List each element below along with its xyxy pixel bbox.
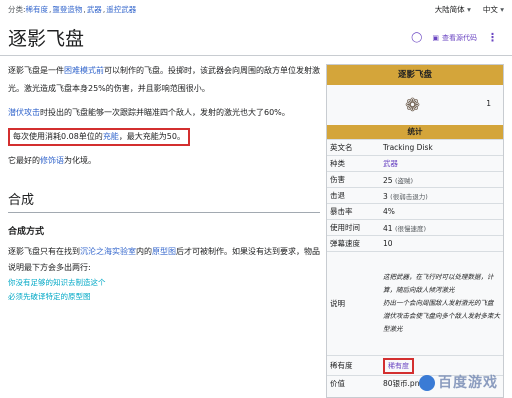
text: 每次使用消耗0.08单位的 [13,132,103,141]
stat-key: 击退 [330,191,345,200]
article-content: 逐影飞盘是一件困难模式前可以制作的飞盘。投掷时，该武器会向周围的敌方单位发射激光… [8,62,320,304]
watermark-logo-icon [419,375,435,391]
category-link-rarity[interactable]: 稀有度 [26,4,49,15]
crafting-method-heading: 合成方式 [8,227,45,237]
hint-line-2: 必须先破译特定的原型图 [8,292,91,301]
stat-value: 25 [383,175,393,185]
charge-link[interactable]: 充能 [103,132,119,141]
text: 逐影飞盘是一件 [8,66,64,75]
modifier-link[interactable]: 修饰语 [40,156,64,165]
stealth-strike-link[interactable]: 潜伏攻击 [8,108,40,117]
stat-row-type: 种类 武器 [327,155,503,171]
stat-key: 伤害 [330,175,345,184]
categories-label: 分类: [8,4,26,14]
hardmode-link[interactable]: 困难模式前 [64,66,104,75]
stat-key: 稀有度 [330,361,353,370]
title-row: 逐影飞盘 ◯ ▣ 查看源代码 ⋮ [0,20,512,56]
weapon-type-link[interactable]: 武器 [383,158,503,169]
rarity-link[interactable]: 稀有度 [383,357,414,374]
stat-note: (很慢速度) [394,224,427,233]
charge-paragraph: 每次使用消耗0.08单位的充能，最大充能为50。 [8,128,320,146]
stat-key: 说明 [330,299,345,308]
text: 为化境。 [64,156,96,165]
tracking-disk-sprite-icon: ❁ [405,95,421,116]
charge-highlight: 每次使用消耗0.08单位的充能，最大充能为50。 [8,128,190,146]
item-count: 1 [486,99,491,108]
view-source-label: 查看源代码 [442,33,477,42]
stat-note: (很弱击退力) [390,192,428,201]
stat-row-velocity: 弹幕速度 10 [327,235,503,251]
hint-line-1: 你没有足够的知识去制造这个 [8,278,106,287]
more-options-icon[interactable]: ⋮ [487,31,498,44]
stat-key: 价值 [330,379,345,388]
stat-note: (盗贼) [394,176,414,185]
stat-key: 弹幕速度 [330,239,360,248]
tooltip-line-1: 这把武器，在飞行时可以处理数据，计算，随后向敌人倾泻激光 [383,273,494,294]
stat-value: 3 [383,191,388,201]
stat-row-tooltip: 说明 这把武器，在飞行时可以处理数据，计算，随后向敌人倾泻激光 扔出一个会向周围… [327,251,503,355]
item-image: ❁ 1 [327,85,503,125]
stat-key: 使用时间 [330,223,360,232]
view-source-button[interactable]: ▣ 查看源代码 [432,33,477,43]
chat-icon[interactable]: ◯ [411,32,422,43]
crafting-heading: 合成 [8,192,320,213]
watermark-text: 百度游戏 [438,375,498,391]
schematic-link[interactable]: 原型图 [152,247,176,256]
category-bar: 分类: 稀有度, 噩登造物, 武器, 遥控武器 大陆简体 中文 [0,0,512,18]
category-link-weapons[interactable]: 武器 [87,4,102,15]
stat-value: 10 [383,239,393,248]
crafting-paragraph: 逐影飞盘只有在找到沉沦之海实验室内的原型图后才可被制作。如果没有达到要求，物品说… [8,244,320,276]
language-dropdown[interactable]: 中文 [483,4,504,15]
category-link-remote-weapons[interactable]: 遥控武器 [106,4,136,15]
stat-value: 4% [383,207,395,216]
stat-row-english-name: 英文名 Tracking Disk [327,139,503,155]
stat-key: 英文名 [330,143,353,152]
modifier-paragraph: 它最好的修饰语为化境。 [8,152,320,170]
text: 逐影飞盘只有在找到 [8,247,80,256]
stat-row-knockback: 击退 3 (很弱击退力) [327,187,503,203]
sunken-sea-lab-link[interactable]: 沉沦之海实验室 [80,247,136,256]
tooltip-line-3: 潜伏攻击会使飞盘向多个敌人发射多束大型激光 [383,312,500,333]
text: 时投出的飞盘能够一次跟踪并瞄准四个敌人，发射的激光也大了60%。 [40,108,290,117]
stat-row-use-time: 使用时间 41 (很慢速度) [327,219,503,235]
infobox-title: 逐影飞盘 [327,65,503,85]
stat-row-damage: 伤害 25 (盗贼) [327,171,503,187]
stat-key: 暴击率 [330,207,353,216]
category-link-crafted[interactable]: 噩登造物 [52,4,82,15]
stealth-paragraph: 潜伏攻击时投出的飞盘能够一次跟踪并瞄准四个敌人，发射的激光也大了60%。 [8,104,320,122]
stat-row-crit: 暴击率 4% [327,203,503,219]
lock-icon: ▣ [432,33,439,42]
stats-header: 统计 [327,125,503,139]
intro-paragraph: 逐影飞盘是一件困难模式前可以制作的飞盘。投掷时，该武器会向周围的敌方单位发射激光… [8,62,320,98]
language-variant-dropdown[interactable]: 大陆简体 [435,4,471,15]
page-title: 逐影飞盘 [8,28,85,50]
text: 内的 [136,247,152,256]
stat-key: 种类 [330,159,345,168]
stat-value: 41 [383,223,393,233]
text: 它最好的 [8,156,40,165]
watermark: 百度游戏 [419,372,498,392]
tooltip-line-2: 扔出一个会向周围敌人发射激光的飞盘 [383,299,494,307]
text: ，最大充能为50。 [118,132,185,141]
stat-value: Tracking Disk [383,143,433,152]
infobox: 逐影飞盘 ❁ 1 统计 英文名 Tracking Disk 种类 武器 伤害 2… [326,64,504,398]
